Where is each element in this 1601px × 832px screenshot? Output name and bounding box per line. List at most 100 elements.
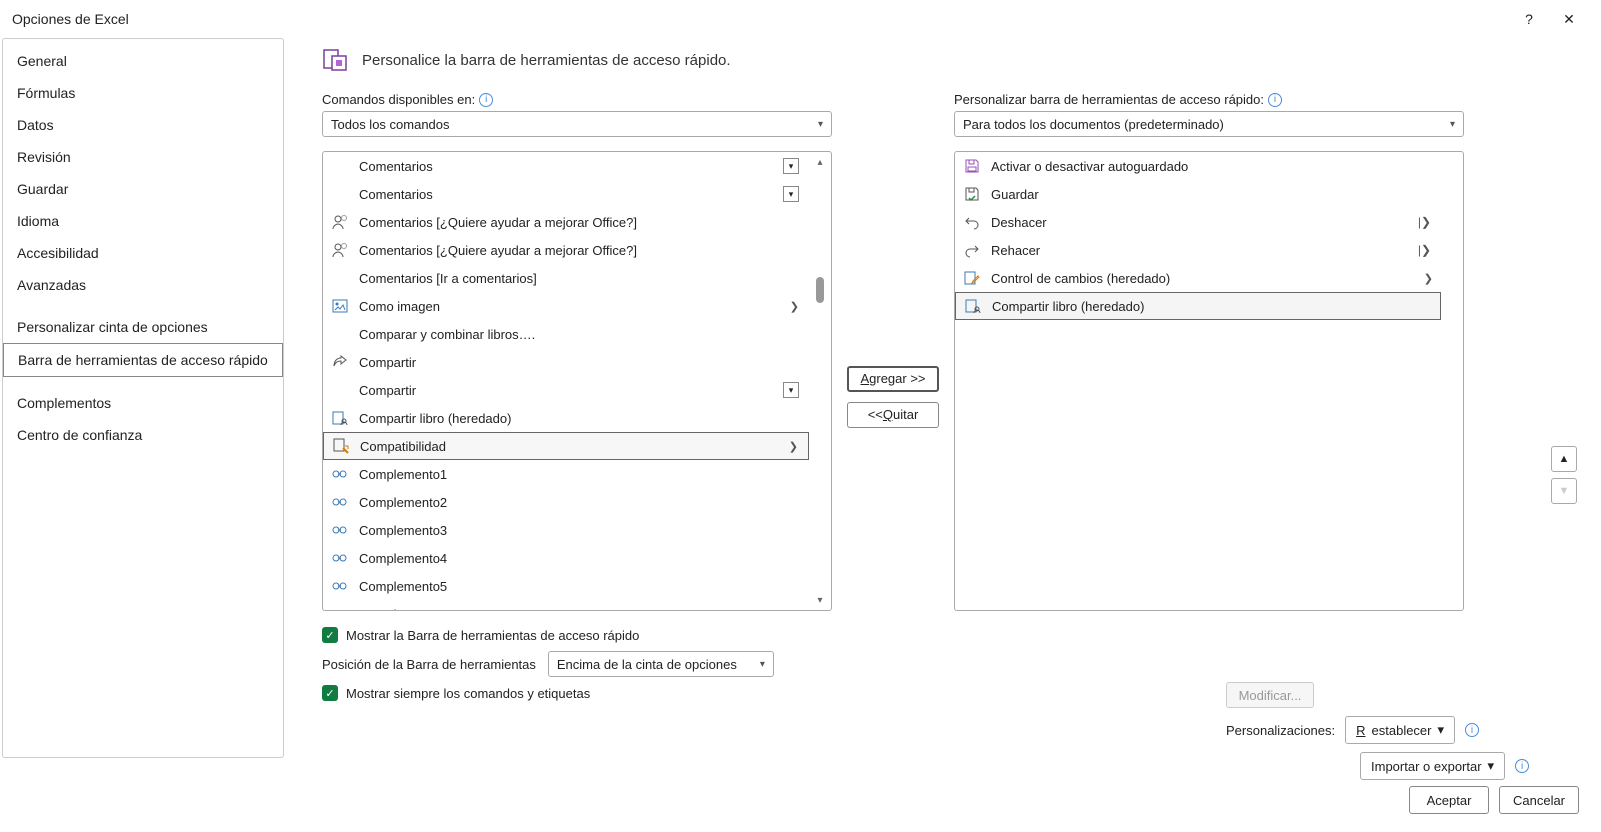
commands-available-dropdown[interactable]: Todos los comandos▾ — [322, 111, 832, 137]
move-up-button[interactable]: ▲ — [1551, 446, 1577, 472]
command-label: Comentarios [¿Quiere ayudar a mejorar Of… — [359, 243, 801, 258]
qat-item-label: Guardar — [991, 187, 1433, 202]
command-label: Complemento6 — [359, 607, 801, 611]
cancel-button[interactable]: Cancelar — [1499, 786, 1579, 814]
scroll-up-icon[interactable]: ▴ — [813, 155, 827, 169]
blank-icon — [331, 269, 349, 287]
sidebar-item[interactable]: Barra de herramientas de acceso rápido — [3, 343, 283, 377]
sidebar-item[interactable]: Guardar — [3, 173, 283, 205]
qat-item[interactable]: Control de cambios (heredado) ❯ — [955, 264, 1441, 292]
command-label: Comentarios — [359, 187, 773, 202]
command-item[interactable]: Complemento2 — [323, 488, 809, 516]
checkbox-checked-icon[interactable]: ✓ — [322, 685, 338, 701]
always-show-checkbox-row[interactable]: ✓ Mostrar siempre los comandos y etiquet… — [322, 685, 832, 701]
customize-qat-icon — [322, 46, 350, 74]
addin-icon — [331, 465, 349, 483]
dropdown-indicator-icon: ▾ — [783, 382, 799, 398]
command-item[interactable]: Complemento6 — [323, 600, 809, 610]
sidebar-item[interactable]: Idioma — [3, 205, 283, 237]
add-button[interactable]: Agregar >> — [847, 366, 939, 392]
content-panel: Personalice la barra de herramientas de … — [284, 38, 1601, 758]
sidebar-item[interactable]: Avanzadas — [3, 269, 283, 301]
available-commands-listbox[interactable]: Comentarios ▾ Comentarios ▾ Comentarios … — [322, 151, 832, 611]
command-item[interactable]: Comentarios [¿Quiere ayudar a mejorar Of… — [323, 208, 809, 236]
command-item[interactable]: Compartir ▾ — [323, 376, 809, 404]
info-icon[interactable]: i — [1268, 93, 1282, 107]
redo-icon — [963, 241, 981, 259]
toolbar-position-dropdown[interactable]: Encima de la cinta de opciones▾ — [548, 651, 774, 677]
info-icon[interactable]: i — [1465, 723, 1479, 737]
chevron-right-icon: ❯ — [789, 440, 798, 453]
dropdown-indicator-icon: ▾ — [783, 186, 799, 202]
help-button[interactable]: ? — [1509, 4, 1549, 34]
command-item[interactable]: Complemento3 — [323, 516, 809, 544]
command-item[interactable]: Complemento5 — [323, 572, 809, 600]
command-item[interactable]: Como imagen ❯ — [323, 292, 809, 320]
scrollbar[interactable]: ▴ ▾ — [812, 155, 828, 607]
command-item[interactable]: Comentarios [¿Quiere ayudar a mejorar Of… — [323, 236, 809, 264]
split-indicator-icon: |❯ — [1418, 243, 1431, 257]
customize-qat-label: Personalizar barra de herramientas de ac… — [954, 92, 1464, 107]
sidebar-item[interactable]: Revisión — [3, 141, 283, 173]
command-label: Comentarios — [359, 159, 773, 174]
blank-icon — [331, 381, 349, 399]
track-icon — [963, 269, 981, 287]
qat-item[interactable]: Activar o desactivar autoguardado — [955, 152, 1441, 180]
chevron-right-icon: ❯ — [790, 300, 799, 313]
sidebar-item[interactable]: Centro de confianza — [3, 419, 283, 451]
remove-button[interactable]: << Quitar — [847, 402, 939, 428]
sidebar-item[interactable]: General — [3, 45, 283, 77]
command-item[interactable]: Comentarios ▾ — [323, 152, 809, 180]
addin-icon — [331, 521, 349, 539]
chevron-down-icon: ▾ — [1488, 758, 1495, 774]
move-down-button: ▼ — [1551, 478, 1577, 504]
command-item[interactable]: Comentarios [Ir a comentarios] — [323, 264, 809, 292]
sidebar-item[interactable]: Accesibilidad — [3, 237, 283, 269]
person-icon — [331, 213, 349, 231]
document-scope-dropdown[interactable]: Para todos los documentos (predeterminad… — [954, 111, 1464, 137]
sharebook-icon — [964, 297, 982, 315]
command-item[interactable]: Comparar y combinar libros…. — [323, 320, 809, 348]
sidebar-item[interactable]: Datos — [3, 109, 283, 141]
checkbox-checked-icon[interactable]: ✓ — [322, 627, 338, 643]
current-qat-listbox[interactable]: Activar o desactivar autoguardado Guarda… — [954, 151, 1464, 611]
qat-item-label: Compartir libro (heredado) — [992, 299, 1432, 314]
show-qat-checkbox-row[interactable]: ✓ Mostrar la Barra de herramientas de ac… — [322, 627, 832, 643]
command-item[interactable]: Complemento4 — [323, 544, 809, 572]
command-item[interactable]: Compatibilidad ❯ — [323, 432, 809, 460]
blank-icon — [331, 157, 349, 175]
sidebar-item[interactable]: Fórmulas — [3, 77, 283, 109]
command-item[interactable]: Compartir — [323, 348, 809, 376]
close-button[interactable]: ✕ — [1549, 4, 1589, 34]
sidebar-item[interactable]: Personalizar cinta de opciones — [3, 311, 283, 343]
info-icon[interactable]: i — [479, 93, 493, 107]
sidebar-item[interactable]: Complementos — [3, 387, 283, 419]
scroll-down-icon[interactable]: ▾ — [813, 593, 827, 607]
command-label: Compartir libro (heredado) — [359, 411, 801, 426]
command-label: Comparar y combinar libros…. — [359, 327, 801, 342]
command-label: Complemento1 — [359, 467, 801, 482]
undo-icon — [963, 213, 981, 231]
info-icon[interactable]: i — [1515, 759, 1529, 773]
command-item[interactable]: Compartir libro (heredado) — [323, 404, 809, 432]
import-export-dropdown[interactable]: Importar o exportar ▾ — [1360, 752, 1505, 780]
qat-item[interactable]: Compartir libro (heredado) — [955, 292, 1441, 320]
command-item[interactable]: Complemento1 — [323, 460, 809, 488]
chevron-down-icon: ▾ — [818, 119, 823, 130]
person-icon — [331, 241, 349, 259]
scroll-thumb[interactable] — [816, 277, 824, 303]
qat-item[interactable]: Guardar — [955, 180, 1441, 208]
addin-icon — [331, 549, 349, 567]
qat-item-label: Rehacer — [991, 243, 1408, 258]
command-item[interactable]: Comentarios ▾ — [323, 180, 809, 208]
savechk-icon — [963, 185, 981, 203]
command-label: Complemento5 — [359, 579, 801, 594]
ok-button[interactable]: Aceptar — [1409, 786, 1489, 814]
qat-item[interactable]: Rehacer |❯ — [955, 236, 1441, 264]
reset-dropdown[interactable]: Restablecer ▾ — [1345, 716, 1455, 744]
command-label: Complemento2 — [359, 495, 801, 510]
qat-item[interactable]: Deshacer |❯ — [955, 208, 1441, 236]
commands-available-label: Comandos disponibles en: i — [322, 92, 832, 107]
blank-icon — [331, 185, 349, 203]
sidebar: GeneralFórmulasDatosRevisiónGuardarIdiom… — [2, 38, 284, 758]
